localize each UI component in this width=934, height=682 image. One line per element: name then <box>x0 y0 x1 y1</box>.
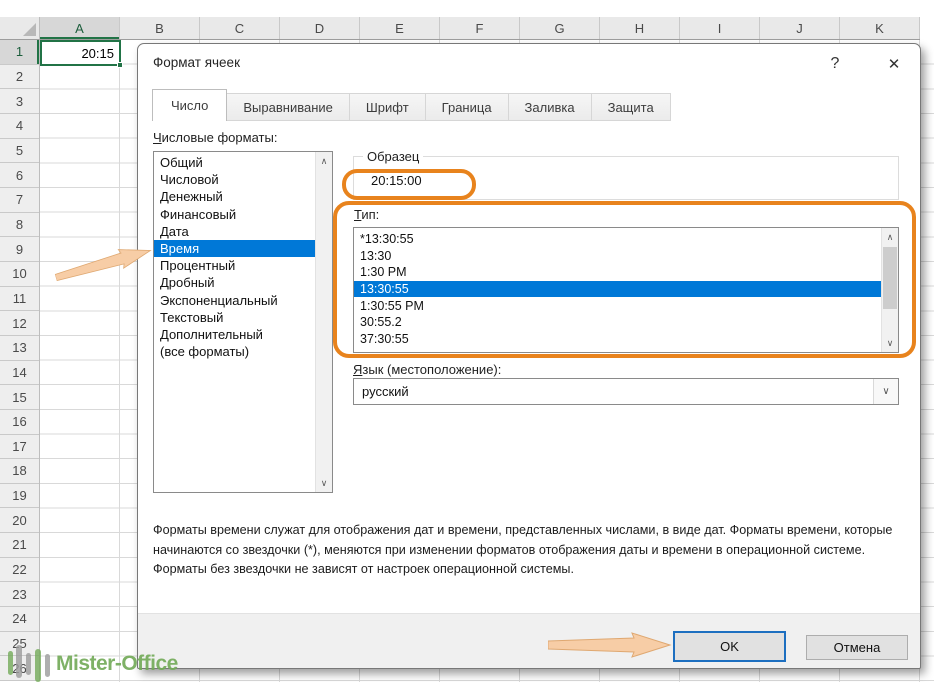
sample-groupbox: Образец 20:15:00 <box>353 156 899 200</box>
format-category-item[interactable]: Дробный <box>154 274 315 291</box>
format-cells-dialog: Формат ячеек ? ✕ ЧислоВыравниваниеШрифтГ… <box>137 43 921 669</box>
format-category-item[interactable]: Общий <box>154 154 315 171</box>
row-header[interactable]: 9 <box>0 237 39 262</box>
dialog-tab[interactable]: Заливка <box>508 93 592 121</box>
scroll-down-icon[interactable]: ∨ <box>882 335 898 351</box>
format-category-item[interactable]: Числовой <box>154 171 315 188</box>
watermark: Mister-Office <box>4 642 178 682</box>
format-category-item[interactable]: Текстовый <box>154 309 315 326</box>
column-header[interactable]: D <box>280 17 360 39</box>
row-header[interactable]: 24 <box>0 607 39 632</box>
watermark-logo-icon <box>4 642 56 682</box>
column-header[interactable]: I <box>680 17 760 39</box>
row-header[interactable]: 2 <box>0 65 39 90</box>
format-description: Форматы времени служат для отображения д… <box>153 521 911 580</box>
format-category-item[interactable]: Время <box>154 240 315 257</box>
type-item[interactable]: 1:30 PM <box>354 264 881 281</box>
row-header[interactable]: 17 <box>0 435 39 460</box>
dialog-tab[interactable]: Число <box>152 89 227 121</box>
row-header[interactable]: 13 <box>0 336 39 361</box>
dialog-title: Формат ячеек <box>153 55 240 70</box>
row-header[interactable]: 12 <box>0 311 39 336</box>
row-header[interactable]: 5 <box>0 139 39 164</box>
format-category-item[interactable]: Экспоненциальный <box>154 292 315 309</box>
scroll-up-icon[interactable]: ∧ <box>882 229 898 245</box>
column-header[interactable]: B <box>120 17 200 39</box>
column-header[interactable]: K <box>840 17 920 39</box>
cancel-button[interactable]: Отмена <box>806 635 908 660</box>
type-label: Тип: <box>354 207 379 222</box>
dialog-tab[interactable]: Выравнивание <box>226 93 349 121</box>
format-category-item[interactable]: Дата <box>154 223 315 240</box>
dialog-tabs: ЧислоВыравниваниеШрифтГраницаЗаливкаЗащи… <box>152 89 671 121</box>
row-header[interactable]: 14 <box>0 361 39 386</box>
row-header[interactable]: 7 <box>0 188 39 213</box>
format-category-item[interactable]: Денежный <box>154 188 315 205</box>
dialog-tab[interactable]: Шрифт <box>349 93 426 121</box>
row-header[interactable]: 16 <box>0 410 39 435</box>
column-headers: ABCDEFGHIJK <box>40 17 920 40</box>
row-header[interactable]: 11 <box>0 287 39 312</box>
help-icon[interactable]: ? <box>824 53 846 75</box>
format-category-item[interactable]: Дополнительный <box>154 326 315 343</box>
fill-handle[interactable] <box>117 62 123 68</box>
row-header[interactable]: 10 <box>0 262 39 287</box>
column-header[interactable]: G <box>520 17 600 39</box>
column-header[interactable]: A <box>40 17 120 39</box>
row-headers: 1234567891011121314151617181920212223242… <box>0 40 40 681</box>
type-item[interactable]: 37:30:55 <box>354 331 881 348</box>
dialog-tab[interactable]: Защита <box>591 93 671 121</box>
active-cell-value: 20:15 <box>81 46 114 61</box>
column-header[interactable]: J <box>760 17 840 39</box>
number-formats-label: Числовые форматы: <box>153 130 277 145</box>
format-category-item[interactable]: Финансовый <box>154 206 315 223</box>
row-header[interactable]: 19 <box>0 484 39 509</box>
column-header[interactable]: F <box>440 17 520 39</box>
number-formats-listbox: ОбщийЧисловойДенежныйФинансовыйДатаВремя… <box>153 151 333 493</box>
row-header[interactable]: 18 <box>0 459 39 484</box>
row-header[interactable]: 3 <box>0 89 39 114</box>
select-all-triangle-icon <box>23 23 36 36</box>
row-header[interactable]: 6 <box>0 163 39 188</box>
format-category-item[interactable]: Процентный <box>154 257 315 274</box>
sample-value: 20:15:00 <box>371 173 422 188</box>
type-item[interactable]: 13:30:55 <box>354 281 881 298</box>
type-item[interactable]: *13:30:55 <box>354 231 881 248</box>
row-header[interactable]: 22 <box>0 558 39 583</box>
close-icon[interactable]: ✕ <box>882 53 906 75</box>
language-label: Язык (местоположение): <box>353 362 501 377</box>
type-scrollbar[interactable]: ∧ ∨ <box>881 228 898 352</box>
language-value: русский <box>362 384 409 399</box>
type-item[interactable]: 30:55.2 <box>354 314 881 331</box>
row-header[interactable]: 1 <box>0 40 39 65</box>
column-header[interactable]: C <box>200 17 280 39</box>
column-header[interactable]: E <box>360 17 440 39</box>
row-header[interactable]: 15 <box>0 385 39 410</box>
row-header[interactable]: 4 <box>0 114 39 139</box>
scrollbar-thumb[interactable] <box>883 247 897 309</box>
chevron-down-icon[interactable]: ∨ <box>873 379 898 404</box>
watermark-text: Mister-Office <box>56 652 178 676</box>
sample-group-label: Образец <box>363 149 423 164</box>
row-header[interactable]: 8 <box>0 213 39 238</box>
type-item[interactable]: 1:30:55 PM <box>354 297 881 314</box>
ok-button[interactable]: OK <box>673 631 786 662</box>
active-cell-a1[interactable]: 20:15 <box>40 40 121 66</box>
category-scrollbar[interactable]: ∧ ∨ <box>315 152 332 492</box>
type-listbox: *13:30:5513:301:30 PM13:30:551:30:55 PM3… <box>353 227 899 353</box>
dialog-tab[interactable]: Граница <box>425 93 509 121</box>
scroll-down-icon[interactable]: ∨ <box>316 475 332 491</box>
type-item[interactable]: 13:30 <box>354 248 881 265</box>
dialog-footer <box>138 613 920 668</box>
row-header[interactable]: 20 <box>0 508 39 533</box>
scroll-up-icon[interactable]: ∧ <box>316 153 332 169</box>
select-all-corner[interactable] <box>0 17 40 40</box>
row-header[interactable]: 21 <box>0 533 39 558</box>
format-category-item[interactable]: (все форматы) <box>154 343 315 360</box>
row-header[interactable]: 23 <box>0 582 39 607</box>
language-dropdown[interactable]: русский ∨ <box>353 378 899 405</box>
column-header[interactable]: H <box>600 17 680 39</box>
